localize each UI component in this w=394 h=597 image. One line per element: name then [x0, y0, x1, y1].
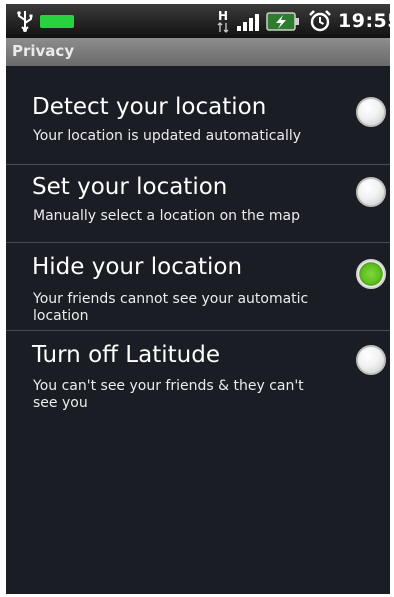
battery-charging-icon	[266, 12, 299, 31]
option-summary: You can't see your friends & they can't …	[33, 378, 304, 411]
status-clock: 19:55	[338, 10, 390, 32]
alarm-icon	[309, 10, 331, 32]
option-title: Hide your location	[32, 254, 243, 280]
option-title: Set your location	[32, 174, 228, 200]
network-type-text: H	[218, 9, 228, 23]
option-title: Turn off Latitude	[32, 342, 220, 368]
device-screen: H 19:55 Privacy Detect your location	[6, 4, 390, 594]
option-set-location[interactable]: Set your location Manually select a loca…	[6, 164, 390, 242]
option-summary: Your friends cannot see your automatic l…	[33, 291, 309, 324]
title-bar: Privacy	[6, 38, 390, 66]
network-type-icon: H	[217, 9, 229, 33]
radio-button-set-location[interactable]	[356, 177, 386, 207]
option-detect-location[interactable]: Detect your location Your location is up…	[6, 66, 390, 149]
status-bar: H 19:55	[6, 4, 390, 38]
option-turn-off-latitude[interactable]: Turn off Latitude You can't see your fri…	[6, 330, 390, 420]
usb-icon	[17, 11, 33, 32]
option-summary: Manually select a location on the map	[33, 208, 300, 224]
battery-status-icon	[40, 15, 74, 28]
radio-button-hide-location[interactable]	[356, 259, 386, 289]
radio-button-detect-location[interactable]	[356, 97, 386, 127]
option-title: Detect your location	[32, 94, 267, 120]
option-summary: Your location is updated automatically	[33, 128, 302, 144]
signal-icon	[237, 14, 259, 31]
radio-button-turn-off-latitude[interactable]	[356, 345, 386, 375]
option-hide-location[interactable]: Hide your location Your friends cannot s…	[6, 242, 390, 330]
page-title: Privacy	[12, 42, 75, 60]
